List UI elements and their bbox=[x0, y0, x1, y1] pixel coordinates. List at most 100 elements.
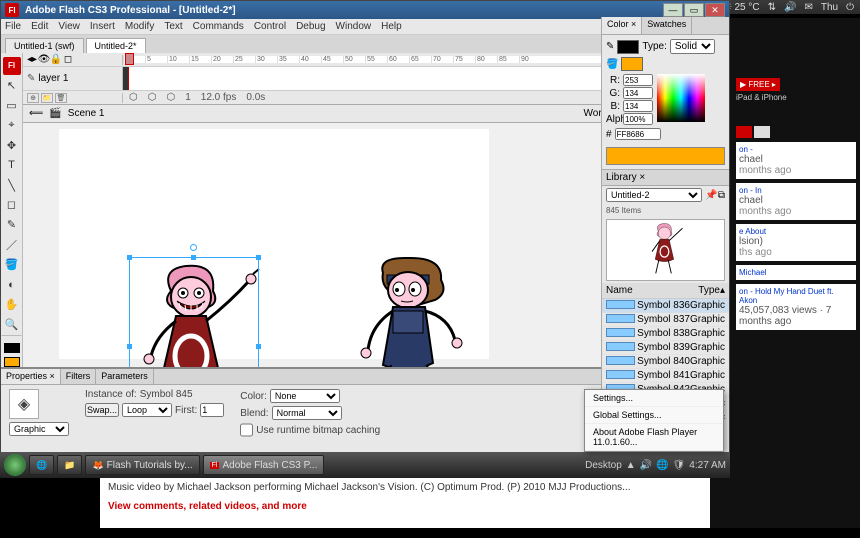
library-item[interactable]: Symbol 840Graphic bbox=[602, 355, 729, 367]
new-lib-icon[interactable]: ⧉ bbox=[718, 190, 725, 201]
sound-icon[interactable]: 🔊 bbox=[784, 2, 796, 13]
related-video[interactable]: on - Inchaelmonths ago bbox=[736, 183, 856, 220]
scene-name[interactable]: Scene 1 bbox=[68, 108, 105, 119]
swap-button[interactable]: Swap... bbox=[85, 403, 119, 417]
tray-icon[interactable]: ▲ bbox=[626, 460, 636, 471]
menu-text[interactable]: Text bbox=[164, 21, 182, 32]
doc-tab-1[interactable]: Untitled-1 (swf) bbox=[5, 38, 84, 53]
loop-select[interactable]: Loop bbox=[122, 403, 172, 417]
tool-0[interactable]: Fl bbox=[3, 57, 21, 75]
visibility-icon[interactable]: 👁 bbox=[39, 55, 49, 65]
onion-icon[interactable]: ⬡ bbox=[148, 92, 157, 103]
clock[interactable]: Thu bbox=[821, 2, 838, 13]
grid-icon[interactable] bbox=[736, 126, 752, 138]
taskbar-explorer-button[interactable]: 📁 bbox=[57, 455, 82, 475]
new-folder-button[interactable]: 📁 bbox=[41, 93, 53, 103]
related-video[interactable]: on -chaelmonths ago bbox=[736, 142, 856, 179]
menu-modify[interactable]: Modify bbox=[125, 21, 154, 32]
power-icon[interactable]: ⏻ bbox=[846, 2, 854, 13]
tool-swatch[interactable] bbox=[4, 357, 20, 367]
tool-13[interactable]: 🔍 bbox=[3, 315, 21, 333]
back-scene-icon[interactable]: ⟸ bbox=[29, 108, 43, 119]
color-picker[interactable] bbox=[657, 74, 705, 122]
selection-bounding-box[interactable] bbox=[129, 257, 259, 367]
tray-clock[interactable]: 4:27 AM bbox=[689, 460, 726, 471]
timeline-layer-row[interactable]: ✎ layer 1 bbox=[23, 67, 123, 90]
tool-2[interactable]: ▭ bbox=[3, 97, 21, 115]
related-video[interactable]: Michael bbox=[736, 265, 856, 280]
instance-type-select[interactable]: Graphic bbox=[9, 422, 69, 436]
fill-swatch[interactable] bbox=[621, 57, 643, 71]
tool-3[interactable]: ⌖ bbox=[3, 117, 21, 135]
library-list[interactable]: Symbol 836GraphicSymbol 837GraphicSymbol… bbox=[602, 299, 729, 367]
tray-icon[interactable]: 🛡 bbox=[673, 460, 686, 471]
library-item[interactable]: Symbol 836Graphic bbox=[602, 299, 729, 313]
tool-1[interactable]: ↖ bbox=[3, 77, 21, 95]
playhead[interactable] bbox=[128, 67, 129, 90]
pin-icon[interactable]: 📌 bbox=[705, 190, 717, 201]
parameters-tab[interactable]: Parameters bbox=[96, 369, 154, 384]
tool-6[interactable]: ╲ bbox=[3, 176, 21, 194]
library-tab[interactable]: Library × bbox=[606, 172, 645, 183]
taskbar-flash-button[interactable]: Fl Adobe Flash CS3 P... bbox=[203, 455, 325, 475]
system-tray[interactable]: Desktop ▲🔊🌐🛡 4:27 AM bbox=[585, 460, 726, 471]
tool-9[interactable]: ／ bbox=[3, 236, 21, 254]
list-icon[interactable] bbox=[754, 126, 770, 138]
taskbar-browser-button[interactable]: 🦊 Flash Tutorials by... bbox=[85, 455, 199, 475]
tray-icon[interactable]: 🔊 bbox=[640, 460, 652, 471]
desktop-toolbar[interactable]: Desktop bbox=[585, 460, 622, 471]
b-input[interactable] bbox=[623, 100, 653, 112]
lock-icon[interactable]: 🔒 bbox=[51, 55, 61, 65]
menu-insert[interactable]: Insert bbox=[90, 21, 115, 32]
fill-icon[interactable]: 🪣 bbox=[606, 59, 618, 70]
menu-about[interactable]: About Adobe Flash Player 11.0.1.60... bbox=[585, 424, 723, 451]
tool-5[interactable]: T bbox=[3, 156, 21, 174]
r-input[interactable] bbox=[623, 74, 653, 86]
cache-checkbox[interactable] bbox=[240, 423, 253, 437]
menu-help[interactable]: Help bbox=[381, 21, 402, 32]
outline-icon[interactable]: ◻ bbox=[63, 55, 73, 65]
menu-control[interactable]: Control bbox=[254, 21, 286, 32]
library-list-header[interactable]: NameType▴ bbox=[602, 283, 729, 299]
rotate-handle[interactable] bbox=[190, 244, 197, 251]
g-input[interactable] bbox=[623, 87, 653, 99]
resize-handle[interactable] bbox=[191, 255, 196, 260]
character-guy[interactable] bbox=[353, 255, 473, 367]
related-video[interactable]: e Aboutlsion)ths ago bbox=[736, 224, 856, 261]
menu-commands[interactable]: Commands bbox=[193, 21, 244, 32]
tool-swatch[interactable] bbox=[4, 343, 20, 353]
delete-layer-button[interactable]: 🗑 bbox=[55, 93, 67, 103]
library-item[interactable]: Symbol 839Graphic bbox=[602, 341, 729, 355]
hex-input[interactable] bbox=[615, 128, 661, 140]
menu-view[interactable]: View bbox=[58, 21, 80, 32]
start-button[interactable] bbox=[4, 454, 26, 476]
resize-handle[interactable] bbox=[256, 344, 261, 349]
resize-handle[interactable] bbox=[256, 255, 261, 260]
stroke-swatch[interactable] bbox=[617, 53, 639, 54]
maximize-button[interactable]: ▭ bbox=[684, 3, 704, 17]
network-icon[interactable]: ⇅ bbox=[768, 2, 776, 13]
color-effect-select[interactable]: None bbox=[270, 389, 340, 403]
menu-settings[interactable]: Settings... bbox=[585, 390, 723, 407]
yt-free-button[interactable]: ▶ FREE ▸ bbox=[736, 78, 780, 91]
view-comments-link[interactable]: View comments, related videos, and more bbox=[108, 501, 702, 512]
new-layer-button[interactable]: ⊕ bbox=[27, 93, 39, 103]
tool-12[interactable]: ✋ bbox=[3, 295, 21, 313]
library-doc-select[interactable]: Untitled-2 bbox=[606, 188, 702, 202]
related-video[interactable]: on - Hold My Hand Duet ft. Akon45,057,08… bbox=[736, 284, 856, 330]
mail-icon[interactable]: ✉ bbox=[804, 2, 812, 13]
menu-window[interactable]: Window bbox=[336, 21, 372, 32]
filters-tab[interactable]: Filters bbox=[61, 369, 97, 384]
resize-handle[interactable] bbox=[127, 255, 132, 260]
library-item[interactable]: Symbol 838Graphic bbox=[602, 327, 729, 341]
minimize-button[interactable]: — bbox=[663, 3, 683, 17]
tool-11[interactable]: ◐ bbox=[3, 276, 21, 294]
tool-7[interactable]: ◻ bbox=[3, 196, 21, 214]
onion-icon[interactable]: ⬡ bbox=[166, 92, 175, 103]
close-button[interactable]: ✕ bbox=[705, 3, 725, 17]
onion-icon[interactable]: ⬡ bbox=[129, 92, 138, 103]
tool-4[interactable]: ✥ bbox=[3, 136, 21, 154]
doc-tab-2[interactable]: Untitled-2* bbox=[86, 38, 146, 53]
menu-edit[interactable]: Edit bbox=[31, 21, 48, 32]
tool-10[interactable]: 🪣 bbox=[3, 256, 21, 274]
